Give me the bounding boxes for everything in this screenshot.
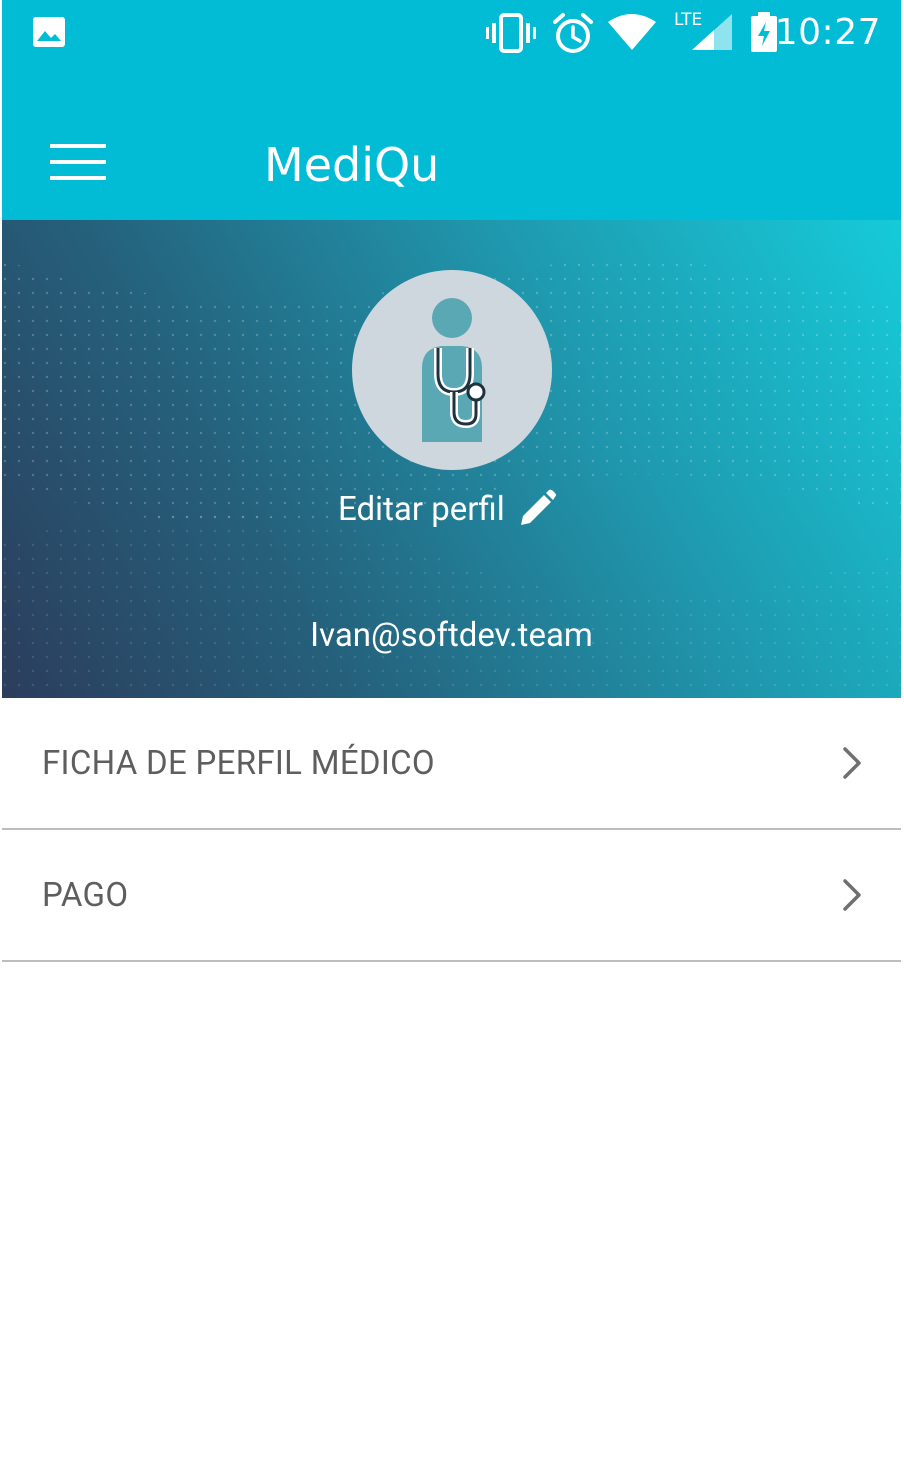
status-clock: 10:27 [774, 12, 881, 53]
menu-item-label: FICHA DE PERFIL MÉDICO [42, 743, 435, 783]
wifi-icon [608, 14, 656, 50]
menu-item-medical-profile[interactable]: FICHA DE PERFIL MÉDICO [2, 698, 901, 830]
alarm-icon [553, 13, 593, 53]
user-email: Ivan@softdev.team [310, 616, 593, 655]
chevron-right-icon [843, 879, 861, 911]
hamburger-menu-icon[interactable] [42, 136, 114, 188]
menu-item-label: PAGO [42, 875, 129, 915]
app-title: MediQu [264, 138, 440, 192]
edit-profile-link[interactable]: Editar perfil [338, 486, 557, 532]
profile-header: Editar perfil Ivan@softdev.team [2, 220, 901, 698]
lte-signal-icon [692, 14, 732, 50]
app-bar: MediQu [2, 80, 901, 220]
vibrate-icon [486, 13, 536, 53]
profile-menu-list: FICHA DE PERFIL MÉDICO PAGO [2, 698, 901, 962]
menu-item-payment[interactable]: PAGO [2, 830, 901, 962]
pencil-icon [520, 489, 556, 525]
status-bar: LTE 10:27 [2, 0, 901, 80]
chevron-right-icon [843, 747, 861, 779]
edit-profile-label: Editar perfil [338, 489, 505, 529]
gallery-notification-icon [33, 17, 65, 47]
doctor-stethoscope-icon [422, 298, 486, 442]
avatar[interactable] [352, 270, 552, 470]
